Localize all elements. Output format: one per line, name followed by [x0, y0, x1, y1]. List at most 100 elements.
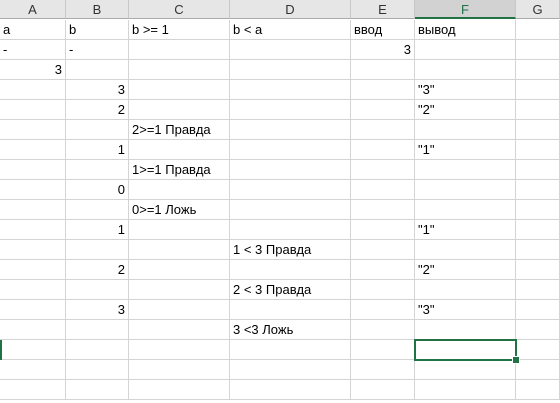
cell-a13[interactable] — [0, 260, 66, 280]
cell-a9[interactable] — [0, 180, 66, 200]
fill-handle[interactable] — [512, 356, 520, 364]
cell-g13[interactable] — [516, 260, 560, 280]
cell-a17[interactable] — [0, 340, 66, 360]
cell-f5[interactable]: "2" — [415, 100, 516, 120]
cell-c10[interactable]: 0>=1 Ложь — [129, 200, 230, 220]
cell-e6[interactable] — [351, 120, 415, 140]
cell-f6[interactable] — [415, 120, 516, 140]
cell-g15[interactable] — [516, 300, 560, 320]
cell-d4[interactable] — [230, 80, 351, 100]
cell-d9[interactable] — [230, 180, 351, 200]
cell-b7[interactable]: 1 — [66, 140, 129, 160]
cell-b3[interactable] — [66, 60, 129, 80]
cell-a8[interactable] — [0, 160, 66, 180]
cell-e15[interactable] — [351, 300, 415, 320]
cell-g14[interactable] — [516, 280, 560, 300]
column-header-c[interactable]: C — [129, 0, 230, 19]
cell-b13[interactable]: 2 — [66, 260, 129, 280]
cell-d10[interactable] — [230, 200, 351, 220]
cell-b5[interactable]: 2 — [66, 100, 129, 120]
cell-f16[interactable] — [415, 320, 516, 340]
cell-d14[interactable]: 2 < 3 Правда — [230, 280, 351, 300]
selected-cell-outline[interactable] — [414, 339, 517, 361]
cell-f10[interactable] — [415, 200, 516, 220]
cell-f13[interactable]: "2" — [415, 260, 516, 280]
cell-f15[interactable]: "3" — [415, 300, 516, 320]
cell-g17[interactable] — [516, 340, 560, 360]
cell-a11[interactable] — [0, 220, 66, 240]
cell-f9[interactable] — [415, 180, 516, 200]
cell-b8[interactable] — [66, 160, 129, 180]
cell-e2[interactable]: 3 — [351, 40, 415, 60]
cell-g12[interactable] — [516, 240, 560, 260]
cell-b6[interactable] — [66, 120, 129, 140]
cell-a1[interactable]: a — [0, 20, 66, 40]
cell-c15[interactable] — [129, 300, 230, 320]
cell-d17[interactable] — [230, 340, 351, 360]
cell-c5[interactable] — [129, 100, 230, 120]
cell-a5[interactable] — [0, 100, 66, 120]
cell-f14[interactable] — [415, 280, 516, 300]
cell-g6[interactable] — [516, 120, 560, 140]
cell-e3[interactable] — [351, 60, 415, 80]
cell-d2[interactable] — [230, 40, 351, 60]
cell-e19[interactable] — [351, 380, 415, 400]
cell-b10[interactable] — [66, 200, 129, 220]
column-header-b[interactable]: B — [66, 0, 129, 19]
cell-c14[interactable] — [129, 280, 230, 300]
cell-e17[interactable] — [351, 340, 415, 360]
cell-a14[interactable] — [0, 280, 66, 300]
cell-g7[interactable] — [516, 140, 560, 160]
cell-f11[interactable]: "1" — [415, 220, 516, 240]
cell-d6[interactable] — [230, 120, 351, 140]
cell-d11[interactable] — [230, 220, 351, 240]
cell-b9[interactable]: 0 — [66, 180, 129, 200]
cell-e18[interactable] — [351, 360, 415, 380]
cell-g3[interactable] — [516, 60, 560, 80]
cell-c12[interactable] — [129, 240, 230, 260]
column-header-d[interactable]: D — [230, 0, 351, 19]
cell-a10[interactable] — [0, 200, 66, 220]
cell-g2[interactable] — [516, 40, 560, 60]
column-header-g[interactable]: G — [516, 0, 560, 19]
column-header-e[interactable]: E — [351, 0, 415, 19]
cell-f4[interactable]: "3" — [415, 80, 516, 100]
cell-g9[interactable] — [516, 180, 560, 200]
cell-d19[interactable] — [230, 380, 351, 400]
cell-c7[interactable] — [129, 140, 230, 160]
cell-e10[interactable] — [351, 200, 415, 220]
cell-b19[interactable] — [66, 380, 129, 400]
cell-c11[interactable] — [129, 220, 230, 240]
cell-d15[interactable] — [230, 300, 351, 320]
cell-f8[interactable] — [415, 160, 516, 180]
cell-d13[interactable] — [230, 260, 351, 280]
cell-c13[interactable] — [129, 260, 230, 280]
cell-e11[interactable] — [351, 220, 415, 240]
cell-c1[interactable]: b >= 1 — [129, 20, 230, 40]
cell-b17[interactable] — [66, 340, 129, 360]
cell-f12[interactable] — [415, 240, 516, 260]
cell-c2[interactable] — [129, 40, 230, 60]
cell-a15[interactable] — [0, 300, 66, 320]
cell-d8[interactable] — [230, 160, 351, 180]
cell-g8[interactable] — [516, 160, 560, 180]
cell-d12[interactable]: 1 < 3 Правда — [230, 240, 351, 260]
cell-a6[interactable] — [0, 120, 66, 140]
cell-b4[interactable]: 3 — [66, 80, 129, 100]
cell-g10[interactable] — [516, 200, 560, 220]
cell-f7[interactable]: "1" — [415, 140, 516, 160]
cell-e9[interactable] — [351, 180, 415, 200]
cell-f18[interactable] — [415, 360, 516, 380]
cell-a12[interactable] — [0, 240, 66, 260]
cell-d5[interactable] — [230, 100, 351, 120]
cell-c8[interactable]: 1>=1 Правда — [129, 160, 230, 180]
cell-e8[interactable] — [351, 160, 415, 180]
cell-e13[interactable] — [351, 260, 415, 280]
cell-b12[interactable] — [66, 240, 129, 260]
cell-b2[interactable]: - — [66, 40, 129, 60]
cell-a18[interactable] — [0, 360, 66, 380]
cell-c17[interactable] — [129, 340, 230, 360]
cell-e1[interactable]: ввод — [351, 20, 415, 40]
cell-a2[interactable]: - — [0, 40, 66, 60]
cell-c6[interactable]: 2>=1 Правда — [129, 120, 230, 140]
